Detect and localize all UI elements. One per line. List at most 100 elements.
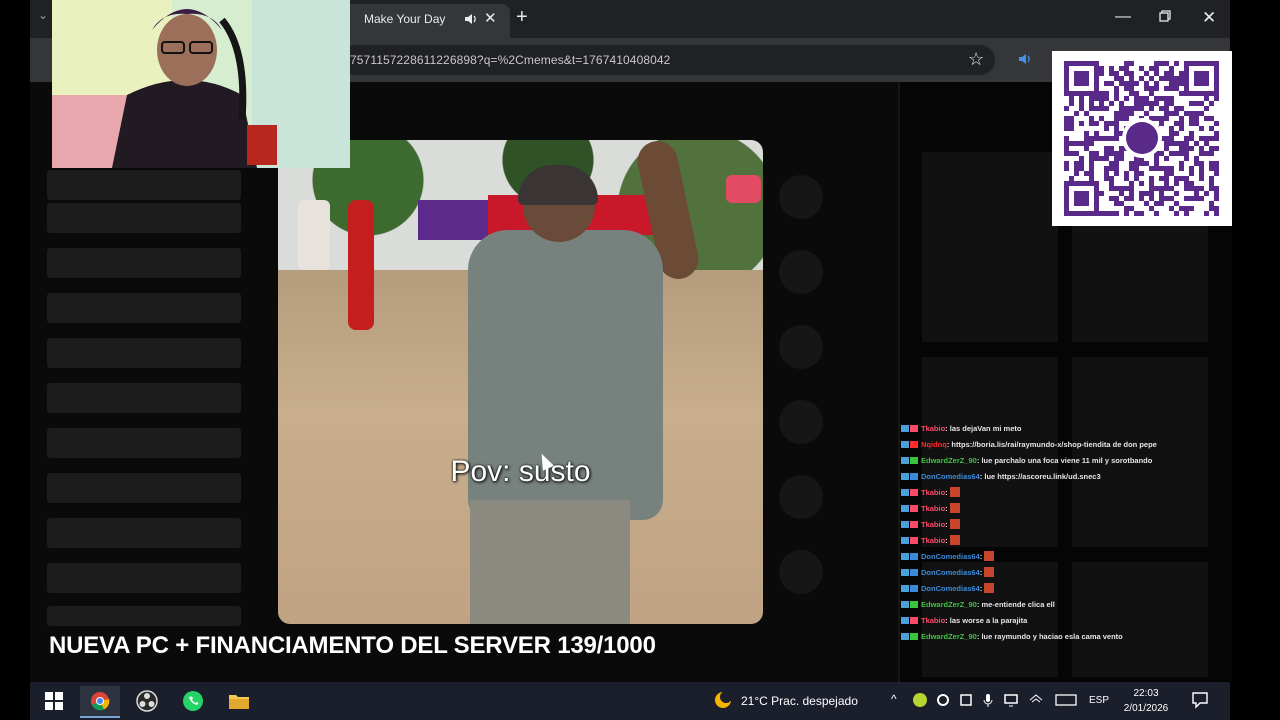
qr-module xyxy=(1174,86,1179,91)
qr-module xyxy=(1179,206,1184,211)
qr-module xyxy=(1209,101,1214,106)
qr-module xyxy=(1109,146,1114,151)
language-indicator[interactable]: ESP xyxy=(1089,695,1109,706)
notification-icon[interactable] xyxy=(1191,691,1209,709)
chat-badge-icon xyxy=(910,488,918,496)
tray-overflow-chevron-icon[interactable]: ^ xyxy=(891,692,897,706)
qr-module xyxy=(1149,191,1154,196)
qr-module xyxy=(1214,186,1219,191)
url-text[interactable]: 7571157228611226898?q=%2Cmemes&t=1767410… xyxy=(350,53,670,67)
sidebar-placeholder xyxy=(47,203,241,233)
tray-hardware-icon[interactable] xyxy=(958,692,974,708)
chat-message: DonComedias64: lue https://ascoreu.link/… xyxy=(901,468,1221,484)
new-tab-button[interactable]: + xyxy=(516,6,528,29)
chat-username[interactable]: EdwardZerZ_90 xyxy=(921,456,977,465)
qr-module xyxy=(1154,96,1159,101)
qr-module xyxy=(1204,96,1209,101)
chat-username[interactable]: EdwardZerZ_90 xyxy=(921,632,977,641)
weather-sun-icon[interactable] xyxy=(712,689,734,711)
chat-username[interactable]: Tkabio xyxy=(921,488,945,497)
qr-module xyxy=(1164,61,1169,66)
qr-module xyxy=(1129,196,1134,201)
recommend-thumbnail[interactable] xyxy=(922,152,1058,342)
qr-module xyxy=(1174,121,1179,126)
qr-module xyxy=(1174,211,1179,216)
qr-module xyxy=(1159,201,1164,206)
action-button[interactable] xyxy=(779,250,823,294)
qr-module xyxy=(1169,86,1174,91)
qr-module xyxy=(1149,76,1154,81)
chat-username[interactable]: Tkabio xyxy=(921,536,945,545)
qr-module xyxy=(1074,161,1079,166)
qr-module xyxy=(1079,96,1084,101)
qr-module xyxy=(1164,141,1169,146)
bookmark-star-icon[interactable]: ☆ xyxy=(968,49,984,70)
qr-module xyxy=(1129,166,1134,171)
qr-module xyxy=(1164,101,1169,106)
chat-username[interactable]: DonComedias64 xyxy=(921,568,980,577)
chat-username[interactable]: DonComedias64 xyxy=(921,472,980,481)
weather-text[interactable]: 21°C Prac. despejado xyxy=(741,694,858,708)
chat-username[interactable]: Tkabio xyxy=(921,504,945,513)
qr-module xyxy=(1184,156,1189,161)
video-laundry xyxy=(348,200,374,330)
chat-username[interactable]: Tkabio xyxy=(921,520,945,529)
qr-module xyxy=(1104,91,1109,96)
tab-title[interactable]: Make Your Day xyxy=(364,12,445,26)
action-button[interactable] xyxy=(779,550,823,594)
qr-module xyxy=(1124,171,1129,176)
qr-module xyxy=(1129,106,1134,111)
qr-module xyxy=(1139,196,1144,201)
qr-module xyxy=(1159,61,1164,66)
chat-username[interactable]: DonComedias64 xyxy=(921,552,980,561)
taskbar-chrome-button[interactable] xyxy=(80,686,120,718)
qr-module xyxy=(1149,86,1154,91)
obs-icon[interactable] xyxy=(136,690,158,712)
whatsapp-icon[interactable] xyxy=(182,690,204,712)
extension-audio-icon[interactable] xyxy=(1016,50,1034,68)
chat-username[interactable]: Tkabio xyxy=(921,616,945,625)
system-clock[interactable]: 22:03 2/01/2026 xyxy=(1118,686,1174,716)
chat-badge-icon xyxy=(901,520,909,528)
chat-badge-icon xyxy=(910,552,918,560)
qr-module xyxy=(1154,86,1159,91)
tray-app-icon[interactable] xyxy=(912,692,928,708)
action-button[interactable] xyxy=(779,325,823,369)
qr-module xyxy=(1194,161,1199,166)
qr-module xyxy=(1169,136,1174,141)
qr-module xyxy=(1204,151,1209,156)
action-button[interactable] xyxy=(779,475,823,519)
qr-module xyxy=(1124,186,1129,191)
windows-start-icon[interactable] xyxy=(44,691,64,711)
chat-badge-icon xyxy=(901,552,909,560)
qr-module xyxy=(1209,186,1214,191)
chat-username[interactable]: DonComedias64 xyxy=(921,584,980,593)
display-icon[interactable] xyxy=(1003,692,1019,708)
microphone-icon[interactable] xyxy=(980,692,996,708)
chat-message: DonComedias64: xyxy=(901,548,1221,564)
qr-module xyxy=(1124,111,1129,116)
qr-module xyxy=(1194,101,1199,106)
tray-settings-icon[interactable] xyxy=(935,692,951,708)
action-button[interactable] xyxy=(779,175,823,219)
video-player[interactable] xyxy=(278,140,763,624)
qr-module xyxy=(1119,116,1124,121)
chat-username[interactable]: Nqidnq xyxy=(921,440,947,449)
qr-module xyxy=(1154,66,1159,71)
close-window-button[interactable]: ✕ xyxy=(1202,8,1216,28)
chat-username[interactable]: Tkabio xyxy=(921,424,945,433)
minimize-button[interactable]: — xyxy=(1115,8,1131,26)
speaker-icon[interactable] xyxy=(462,10,480,28)
qr-module xyxy=(1209,151,1214,156)
qr-module xyxy=(1119,201,1124,206)
tab-close-icon[interactable]: ✕ xyxy=(484,9,497,27)
qr-module xyxy=(1199,151,1204,156)
network-icon[interactable] xyxy=(1028,692,1044,708)
chat-badge-icon xyxy=(910,520,918,528)
action-button[interactable] xyxy=(779,400,823,444)
qr-module xyxy=(1089,116,1094,121)
keyboard-icon[interactable] xyxy=(1055,692,1077,708)
folder-icon[interactable] xyxy=(228,691,250,711)
chat-username[interactable]: EdwardZerZ_90 xyxy=(921,600,977,609)
restore-icon[interactable] xyxy=(1159,10,1171,22)
